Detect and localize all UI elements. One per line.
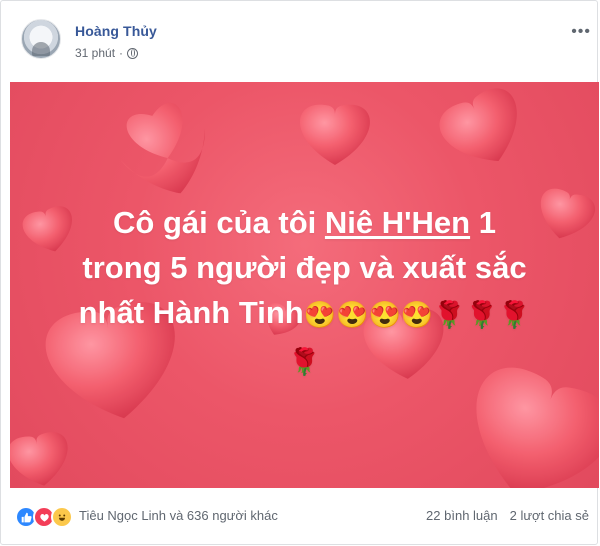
post-footer: Tiêu Ngọc Linh và 636 người khác 22 bình… bbox=[13, 499, 589, 533]
globe-icon[interactable] bbox=[127, 47, 139, 59]
post-card: Hoàng Thủy 31 phút · ••• Cô gái của tôi … bbox=[0, 0, 599, 545]
post-line-3: nhất Hành Tinh😍😍😍😍🌹🌹🌹 bbox=[50, 290, 559, 337]
post-line-1: Cô gái của tôi Niê H'Hen 1 bbox=[50, 200, 559, 245]
post-line-2: trong 5 người đẹp và xuất sắc bbox=[82, 250, 527, 285]
more-options-icon[interactable]: ••• bbox=[571, 23, 591, 41]
tagged-name-link[interactable]: Niê H'Hen bbox=[325, 205, 470, 240]
post-stats: 22 bình luận 2 lượt chia sẻ bbox=[426, 508, 589, 523]
author-name[interactable]: Hoàng Thủy bbox=[75, 23, 157, 39]
post-line-4: 🌹 bbox=[50, 337, 559, 384]
meta-separator: · bbox=[119, 46, 124, 60]
post-line-3-text: nhất Hành Tinh bbox=[78, 295, 304, 330]
post-line-1-prefix: Cô gái của tôi bbox=[113, 205, 325, 240]
rose-emoji: 🌹 bbox=[288, 346, 321, 377]
comments-count[interactable]: 22 bình luận bbox=[426, 508, 498, 523]
post-text: Cô gái của tôi Niê H'Hen 1 trong 5 người… bbox=[10, 200, 599, 385]
reactions-summary[interactable]: Tiêu Ngọc Linh và 636 người khác bbox=[79, 508, 278, 523]
heart-eyes-and-rose-emojis: 😍😍😍😍🌹🌹🌹 bbox=[303, 299, 531, 330]
post-meta: 31 phút · bbox=[75, 46, 139, 60]
haha-icon[interactable] bbox=[51, 506, 73, 528]
post-time[interactable]: 31 phút bbox=[75, 46, 115, 60]
avatar[interactable] bbox=[21, 19, 61, 59]
reaction-icons[interactable] bbox=[15, 506, 73, 528]
post-header: Hoàng Thủy 31 phút · ••• bbox=[13, 13, 591, 69]
post-background: Cô gái của tôi Niê H'Hen 1 trong 5 người… bbox=[10, 82, 599, 488]
post-line-1-suffix: 1 bbox=[470, 205, 496, 240]
shares-count[interactable]: 2 lượt chia sẻ bbox=[510, 508, 589, 523]
